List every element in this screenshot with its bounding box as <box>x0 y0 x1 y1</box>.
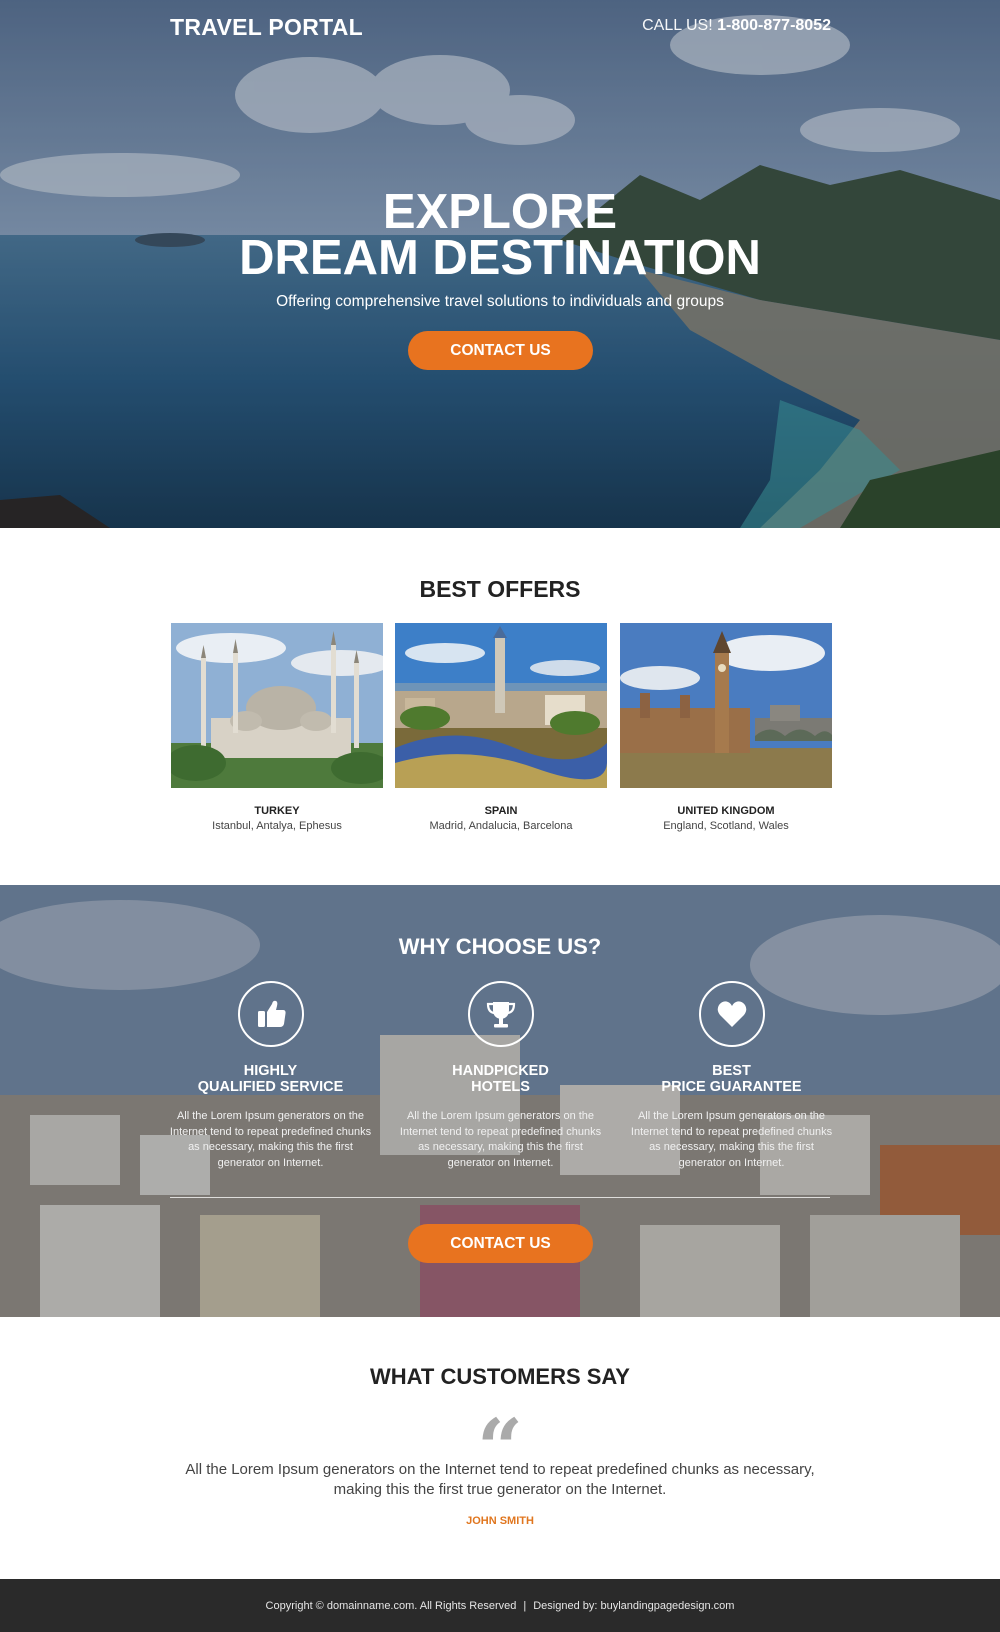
offers-title: BEST OFFERS <box>419 576 581 602</box>
why-contact-button[interactable]: CONTACT US <box>408 1224 593 1263</box>
testimonial-quote: All the Lorem Ipsum generators on the In… <box>185 1461 815 1498</box>
footer-separator: | <box>523 1599 527 1612</box>
feature-price-guarantee: BEST PRICE GUARANTEE All the Lorem Ipsum… <box>629 981 834 1171</box>
phone-contact[interactable]: CALL US! 1-800-877-8052 <box>642 17 831 35</box>
hero-title-line2: DREAM DESTINATION <box>239 231 761 285</box>
feature-icon-circle <box>467 981 534 1047</box>
feature-title: HIGHLY QUALIFIED SERVICE <box>168 1063 373 1095</box>
brand-logo[interactable]: TRAVEL PORTAL <box>170 14 363 41</box>
feature-title: BEST PRICE GUARANTEE <box>629 1063 834 1095</box>
testimonial-title: WHAT CUSTOMERS SAY <box>370 1364 630 1389</box>
feature-title-line2: PRICE GUARANTEE <box>661 1079 802 1095</box>
thumbs-up-icon <box>257 1000 286 1027</box>
phone-number[interactable]: 1-800-877-8052 <box>717 17 831 34</box>
offer-cities: Madrid, Andalucia, Barcelona <box>429 820 573 832</box>
hero-title-line1: EXPLORE <box>382 185 618 239</box>
footer: Copyright © domainname.com. All Rights R… <box>0 1579 1000 1632</box>
testimonial-author: JOHN SMITH <box>466 1515 534 1527</box>
trophy-icon <box>486 1002 515 1028</box>
feature-title-line2: HOTELS <box>471 1079 530 1095</box>
offer-cities: England, Scotland, Wales <box>663 820 789 832</box>
feature-title-line2: QUALIFIED SERVICE <box>197 1079 344 1095</box>
hero-contact-button[interactable]: CONTACT US <box>408 331 593 370</box>
offer-name: TURKEY <box>254 805 300 817</box>
hero-section: TRAVEL PORTAL CALL US! 1-800-877-8052 EX… <box>0 0 1000 528</box>
footer-designed-by[interactable]: Designed by: buylandingpagedesign.com <box>533 1600 734 1612</box>
call-label: CALL US! <box>642 17 713 34</box>
offer-card-turkey[interactable]: TURKEY Istanbul, Antalya, Ephesus <box>171 623 383 832</box>
feature-title-line1: HANDPICKED <box>452 1063 549 1079</box>
feature-text: All the Lorem Ipsum generators on the In… <box>630 1110 833 1169</box>
feature-qualified-service: HIGHLY QUALIFIED SERVICE All the Lorem I… <box>168 981 373 1171</box>
offer-image-united-kingdom[interactable] <box>620 623 832 788</box>
feature-text: All the Lorem Ipsum generators on the In… <box>399 1110 602 1169</box>
feature-title: HANDPICKED HOTELS <box>398 1063 603 1095</box>
feature-icon-circle <box>237 981 304 1047</box>
feature-title-line1: BEST <box>712 1063 751 1079</box>
feature-title-line1: HIGHLY <box>243 1063 298 1079</box>
feature-text: All the Lorem Ipsum generators on the In… <box>169 1110 372 1169</box>
feature-icon-circle <box>698 981 765 1047</box>
heart-icon <box>717 1001 746 1027</box>
feature-handpicked-hotels: HANDPICKED HOTELS All the Lorem Ipsum ge… <box>398 981 603 1171</box>
why-divider <box>170 1197 830 1198</box>
offer-name: SPAIN <box>484 805 518 817</box>
offer-cities: Istanbul, Antalya, Ephesus <box>212 820 342 832</box>
offer-image-turkey[interactable] <box>171 623 383 788</box>
offer-card-united-kingdom[interactable]: UNITED KINGDOM England, Scotland, Wales <box>620 623 832 832</box>
offer-name: UNITED KINGDOM <box>677 805 775 817</box>
why-title: WHY CHOOSE US? <box>398 934 602 959</box>
offer-image-spain[interactable] <box>395 623 607 788</box>
hero-subtitle: Offering comprehensive travel solutions … <box>276 293 724 310</box>
offer-card-spain[interactable]: SPAIN Madrid, Andalucia, Barcelona <box>395 623 607 832</box>
footer-copyright: Copyright © domainname.com. All Rights R… <box>265 1599 517 1612</box>
